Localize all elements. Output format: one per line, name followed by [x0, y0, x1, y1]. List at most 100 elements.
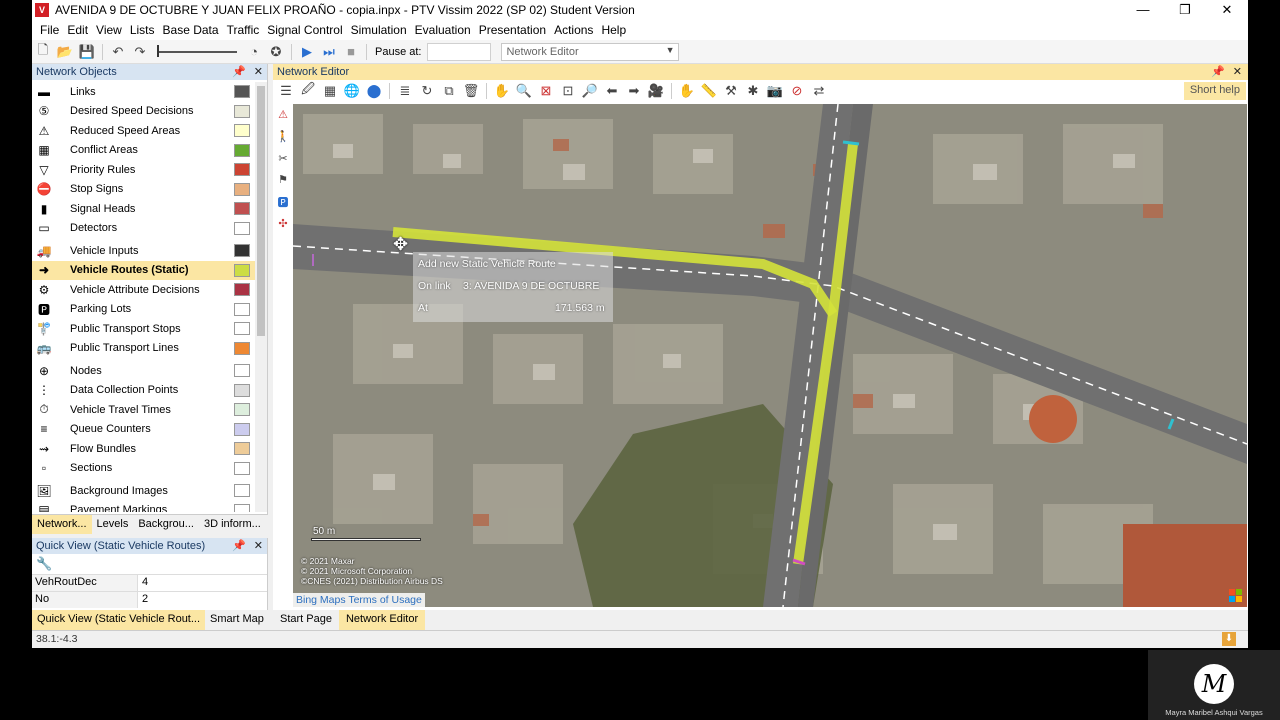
network-object-color-swatch[interactable]: [234, 283, 250, 296]
tab-start-page[interactable]: Start Page: [273, 610, 339, 630]
new-file-icon[interactable]: 🗋: [34, 42, 52, 61]
forward-arrow-icon[interactable]: ➡: [625, 82, 643, 100]
hand-icon[interactable]: ✋: [678, 82, 696, 100]
tab-quick-view[interactable]: Quick View (Static Vehicle Rout...: [32, 610, 206, 630]
zoom-out-icon[interactable]: 🔎: [581, 82, 599, 100]
network-object-color-swatch[interactable]: [234, 322, 250, 335]
wrench-icon[interactable]: 🔧: [36, 556, 52, 571]
redo-icon[interactable]: ↷: [131, 43, 149, 61]
zoom-window-icon[interactable]: ⊡: [559, 82, 577, 100]
network-objects-scrollbar[interactable]: [255, 82, 267, 512]
network-object-row[interactable]: 🅿 Parking Lots: [32, 300, 256, 320]
tab-levels[interactable]: Levels: [92, 515, 134, 534]
close-icon[interactable]: ✕: [1233, 66, 1242, 78]
tab-network-objects[interactable]: Network...: [32, 515, 92, 534]
tab-background[interactable]: Backgrou...: [133, 515, 199, 534]
network-object-row[interactable]: ⛔ Stop Signs: [32, 180, 256, 200]
copy-icon[interactable]: ⧉: [440, 82, 458, 100]
close-icon[interactable]: ✕: [254, 540, 263, 552]
stop-icon[interactable]: ■: [342, 43, 360, 61]
tab-smart-map[interactable]: Smart Map: [205, 610, 269, 630]
parking-icon[interactable]: 🅿: [274, 193, 292, 211]
pin-icon[interactable]: 📌: [232, 540, 246, 552]
tab-network-editor[interactable]: Network Editor: [338, 610, 426, 630]
menu-file[interactable]: File: [36, 23, 63, 37]
network-object-row[interactable]: 🖼 Background Images: [32, 481, 256, 501]
editor-type-select[interactable]: Network Editor ▼: [501, 42, 680, 61]
network-object-row[interactable]: ➜ Vehicle Routes (Static): [32, 260, 256, 280]
settings-icon[interactable]: ✱: [744, 82, 762, 100]
network-object-row[interactable]: ≡ Queue Counters: [32, 420, 256, 440]
menu-edit[interactable]: Edit: [63, 23, 92, 37]
sync-icon[interactable]: ⇄: [810, 82, 828, 100]
pause-at-input[interactable]: [427, 42, 492, 61]
bing-terms-link[interactable]: Bing Maps Terms of Usage: [293, 593, 425, 607]
network-icon[interactable]: ✣: [274, 214, 292, 232]
network-object-color-swatch[interactable]: [234, 104, 250, 118]
network-object-row[interactable]: ▭ Detectors: [32, 219, 256, 239]
menu-evaluation[interactable]: Evaluation: [411, 23, 475, 37]
network-object-color-swatch[interactable]: [234, 403, 250, 416]
network-object-row[interactable]: ▽ Priority Rules: [32, 160, 256, 180]
network-object-color-swatch[interactable]: [234, 85, 250, 98]
network-object-row[interactable]: ⑤ Desired Speed Decisions: [32, 102, 256, 122]
network-object-row[interactable]: ⇝ Flow Bundles: [32, 439, 256, 459]
network-object-row[interactable]: ▦ Conflict Areas: [32, 141, 256, 161]
max-speed-icon[interactable]: ✪: [267, 43, 285, 61]
simulation-speed-slider[interactable]: [157, 44, 237, 57]
short-help-button[interactable]: Short help: [1183, 82, 1246, 100]
back-arrow-icon[interactable]: ⬅: [603, 82, 621, 100]
menu-view[interactable]: View: [92, 23, 126, 37]
network-object-color-swatch[interactable]: [234, 221, 250, 235]
pedestrian-icon[interactable]: 🚶: [274, 128, 292, 146]
network-object-row[interactable]: ⋮ Data Collection Points: [32, 381, 256, 401]
menu-traffic[interactable]: Traffic: [223, 23, 264, 37]
minimize-button[interactable]: —: [1122, 0, 1164, 20]
globe-icon[interactable]: 🌐: [343, 82, 361, 100]
network-object-color-swatch[interactable]: [234, 422, 250, 436]
location-pin-icon[interactable]: ⬤: [365, 82, 383, 100]
pan-hand-icon[interactable]: ✋: [493, 82, 511, 100]
attribute-value[interactable]: 4: [138, 575, 152, 591]
ruler-icon[interactable]: 📏: [700, 82, 718, 100]
zoom-all-icon[interactable]: ⊠: [537, 82, 555, 100]
menu-base-data[interactable]: Base Data: [159, 23, 223, 37]
network-object-row[interactable]: 🚏 Public Transport Stops: [32, 319, 256, 339]
quick-view-row[interactable]: No 2: [32, 591, 267, 608]
close-icon[interactable]: ✕: [254, 66, 263, 78]
network-object-color-swatch[interactable]: [234, 364, 250, 377]
pin-icon[interactable]: 📌: [1211, 66, 1225, 78]
delete-icon[interactable]: 🗑: [462, 82, 480, 100]
crossing-icon[interactable]: ✂: [274, 149, 292, 167]
menu-actions[interactable]: Actions: [550, 23, 597, 37]
network-object-color-swatch[interactable]: [234, 163, 250, 176]
grid-icon[interactable]: ▦: [321, 82, 339, 100]
network-object-row[interactable]: 🚌 Public Transport Lines: [32, 339, 256, 359]
network-object-color-swatch[interactable]: [234, 461, 250, 475]
menu-signal-control[interactable]: Signal Control: [263, 23, 346, 37]
save-icon[interactable]: 💾: [78, 43, 96, 61]
attribute-value[interactable]: 2: [138, 592, 152, 608]
network-map-canvas[interactable]: ✥ Add new Static Vehicle Route On link 3…: [293, 104, 1247, 607]
network-object-color-swatch[interactable]: [234, 484, 250, 497]
step-icon[interactable]: ⏭: [320, 43, 338, 61]
close-window-button[interactable]: ✕: [1206, 0, 1248, 20]
network-object-color-swatch[interactable]: [234, 244, 250, 257]
network-object-color-swatch[interactable]: [234, 383, 250, 397]
tab-3d-information[interactable]: 3D inform...: [199, 515, 266, 534]
menu-lists[interactable]: Lists: [126, 23, 159, 37]
network-object-row[interactable]: ⚙ Vehicle Attribute Decisions: [32, 280, 256, 300]
play-icon[interactable]: ▶: [298, 43, 316, 61]
network-object-row[interactable]: 🚚 Vehicle Inputs: [32, 241, 256, 261]
network-object-row[interactable]: ▫ Sections: [32, 459, 256, 479]
pin-icon[interactable]: 📌: [232, 66, 246, 78]
network-object-color-swatch[interactable]: [234, 442, 250, 455]
open-folder-icon[interactable]: 📂: [56, 43, 74, 61]
network-object-color-swatch[interactable]: [234, 302, 250, 316]
list-icon[interactable]: ≣: [396, 82, 414, 100]
scrollbar-thumb[interactable]: [257, 86, 265, 336]
network-object-row[interactable]: ▤ Pavement Markings: [32, 501, 256, 512]
tools-icon[interactable]: ⚒: [722, 82, 740, 100]
network-object-color-swatch[interactable]: [234, 143, 250, 157]
network-object-row[interactable]: ⏱ Vehicle Travel Times: [32, 400, 256, 420]
